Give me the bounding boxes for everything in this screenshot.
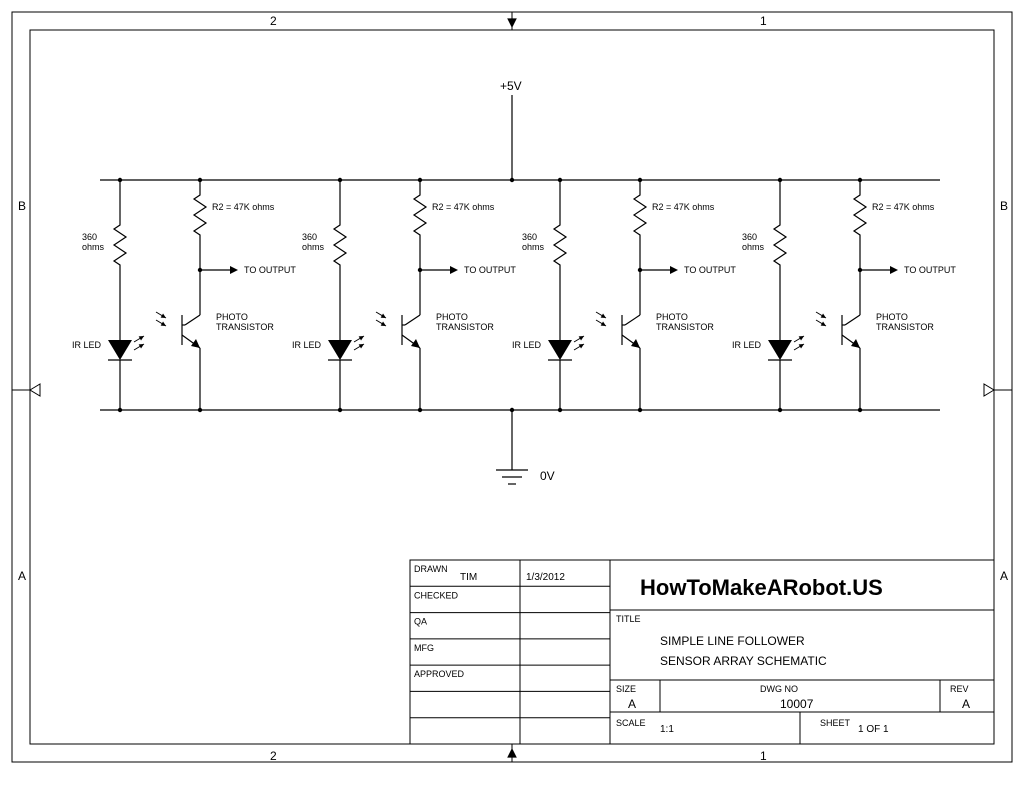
svg-text:SCALE: SCALE — [616, 718, 646, 728]
svg-text:REV: REV — [950, 684, 969, 694]
svg-text:A: A — [18, 569, 26, 583]
sensor-stage-3 — [512, 178, 736, 412]
svg-text:1: 1 — [760, 749, 767, 763]
approval-key: MFG — [414, 643, 434, 653]
rev-value: A — [962, 697, 970, 711]
approval-grid: DRAWN TIM 1/3/2012 CHECKED QA MFG APPROVED — [410, 560, 610, 744]
svg-text:DWG NO: DWG NO — [760, 684, 798, 694]
svg-text:A: A — [1000, 569, 1008, 583]
svg-text:SHEET: SHEET — [820, 718, 851, 728]
sensor-stage-4 — [732, 178, 956, 412]
svg-text:2: 2 — [270, 14, 277, 28]
vcc-label: +5V — [500, 79, 522, 93]
title-block: DRAWN TIM 1/3/2012 CHECKED QA MFG APPROVED How… — [410, 560, 994, 744]
approval-date: 1/3/2012 — [526, 572, 565, 583]
approval-key: QA — [414, 617, 427, 627]
svg-text:B: B — [18, 199, 26, 213]
schematic-drawing: 360ohms IR LED TO OUTPUT R2 = 47K ohms P… — [0, 0, 1024, 789]
sensor-stage-2 — [292, 178, 516, 412]
title-line1: SIMPLE LINE FOLLOWER — [660, 634, 805, 648]
sheet-value: 1 OF 1 — [858, 724, 889, 735]
scale-value: 1:1 — [660, 724, 674, 735]
title-label: TITLE — [616, 614, 641, 624]
svg-text:2: 2 — [270, 749, 277, 763]
approval-key: APPROVED — [414, 669, 465, 679]
sensor-stage-1 — [72, 178, 296, 412]
circuit: +5V 0V — [72, 79, 956, 484]
svg-text:SIZE: SIZE — [616, 684, 636, 694]
dwg-no: 10007 — [780, 697, 814, 711]
svg-text:1: 1 — [760, 14, 767, 28]
approval-key: DRAWN — [414, 564, 448, 574]
approval-key: CHECKED — [414, 590, 459, 600]
size-value: A — [628, 697, 636, 711]
approval-name: TIM — [460, 572, 477, 583]
svg-text:B: B — [1000, 199, 1008, 213]
gnd-label: 0V — [540, 469, 555, 483]
title-line2: SENSOR ARRAY SCHEMATIC — [660, 654, 827, 668]
company-name: HowToMakeARobot.US — [640, 575, 883, 600]
